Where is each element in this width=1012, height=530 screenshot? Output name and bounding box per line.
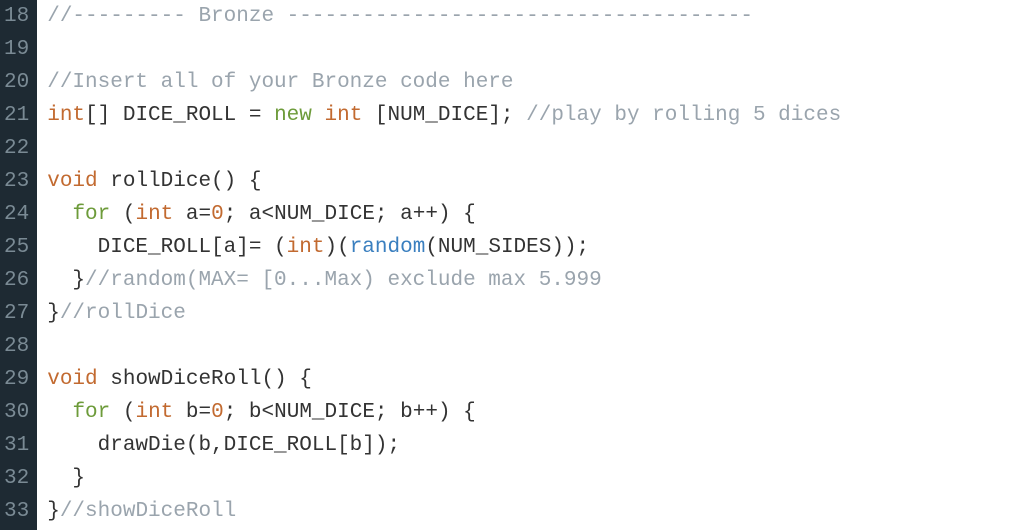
code-token: } xyxy=(47,500,60,523)
code-token: void xyxy=(47,368,97,391)
line-number: 32 xyxy=(4,462,29,495)
code-line[interactable]: }//rollDice xyxy=(47,297,1012,330)
code-token: b= xyxy=(173,401,211,424)
line-number: 30 xyxy=(4,396,29,429)
code-token: //--------- Bronze ---------------------… xyxy=(47,5,753,28)
code-token: DICE_ROLL[a]= ( xyxy=(47,236,286,259)
code-line[interactable]: }//showDiceRoll xyxy=(47,495,1012,528)
code-token: int xyxy=(135,401,173,424)
code-token: drawDie(b,DICE_ROLL[b]); xyxy=(47,434,400,457)
code-token: ; a<NUM_DICE; a++) { xyxy=(224,203,476,226)
line-number: 29 xyxy=(4,363,29,396)
code-token: ( xyxy=(110,401,135,424)
line-number: 21 xyxy=(4,99,29,132)
code-line[interactable]: drawDie(b,DICE_ROLL[b]); xyxy=(47,429,1012,462)
code-line[interactable]: }//random(MAX= [0...Max) exclude max 5.9… xyxy=(47,264,1012,297)
code-token: int xyxy=(135,203,173,226)
code-token: showDiceRoll() { xyxy=(98,368,312,391)
code-token: //random(MAX= [0...Max) exclude max 5.99… xyxy=(85,269,602,292)
line-number: 33 xyxy=(4,495,29,528)
code-token: int xyxy=(47,104,85,127)
code-line[interactable] xyxy=(47,132,1012,165)
code-token: //rollDice xyxy=(60,302,186,325)
line-number: 18 xyxy=(4,0,29,33)
line-number: 24 xyxy=(4,198,29,231)
code-token: )( xyxy=(324,236,349,259)
code-token: //play by rolling 5 dices xyxy=(526,104,841,127)
line-number: 23 xyxy=(4,165,29,198)
code-token: 0 xyxy=(211,203,224,226)
code-token xyxy=(47,203,72,226)
code-line[interactable]: for (int a=0; a<NUM_DICE; a++) { xyxy=(47,198,1012,231)
code-token xyxy=(47,401,72,424)
code-token: rollDice() { xyxy=(98,170,262,193)
code-line[interactable]: int[] DICE_ROLL = new int [NUM_DICE]; //… xyxy=(47,99,1012,132)
code-token: } xyxy=(47,467,85,490)
code-line[interactable] xyxy=(47,33,1012,66)
code-token: for xyxy=(72,203,110,226)
line-number: 22 xyxy=(4,132,29,165)
code-token xyxy=(312,104,325,127)
code-token: //Insert all of your Bronze code here xyxy=(47,71,513,94)
code-token: int xyxy=(287,236,325,259)
line-number: 27 xyxy=(4,297,29,330)
code-line[interactable] xyxy=(47,330,1012,363)
code-token: //showDiceRoll xyxy=(60,500,236,523)
code-token: new xyxy=(274,104,312,127)
line-number: 26 xyxy=(4,264,29,297)
code-line[interactable]: void rollDice() { xyxy=(47,165,1012,198)
code-area[interactable]: //--------- Bronze ---------------------… xyxy=(37,0,1012,530)
code-token: ( xyxy=(110,203,135,226)
code-token: [NUM_DICE]; xyxy=(362,104,526,127)
code-token: random xyxy=(350,236,426,259)
code-token: } xyxy=(47,269,85,292)
code-line[interactable]: //--------- Bronze ---------------------… xyxy=(47,0,1012,33)
line-number: 28 xyxy=(4,330,29,363)
line-number: 25 xyxy=(4,231,29,264)
code-token: 0 xyxy=(211,401,224,424)
code-token: void xyxy=(47,170,97,193)
line-number-gutter: 18192021222324252627282930313233 xyxy=(0,0,37,530)
code-editor: 18192021222324252627282930313233 //-----… xyxy=(0,0,1012,530)
code-token: a= xyxy=(173,203,211,226)
code-token: [] DICE_ROLL = xyxy=(85,104,274,127)
line-number: 20 xyxy=(4,66,29,99)
code-line[interactable]: } xyxy=(47,462,1012,495)
line-number: 19 xyxy=(4,33,29,66)
code-token: int xyxy=(324,104,362,127)
code-token: (NUM_SIDES)); xyxy=(425,236,589,259)
code-line[interactable]: void showDiceRoll() { xyxy=(47,363,1012,396)
code-line[interactable]: DICE_ROLL[a]= (int)(random(NUM_SIDES)); xyxy=(47,231,1012,264)
code-token: } xyxy=(47,302,60,325)
code-line[interactable]: //Insert all of your Bronze code here xyxy=(47,66,1012,99)
code-token: for xyxy=(72,401,110,424)
line-number: 31 xyxy=(4,429,29,462)
code-token: ; b<NUM_DICE; b++) { xyxy=(224,401,476,424)
code-line[interactable]: for (int b=0; b<NUM_DICE; b++) { xyxy=(47,396,1012,429)
